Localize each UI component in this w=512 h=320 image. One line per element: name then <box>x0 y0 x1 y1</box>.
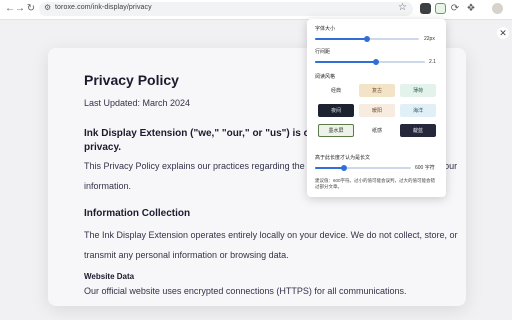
back-icon[interactable]: ← <box>5 3 15 15</box>
address-bar[interactable]: ⚙ toroxe.com/ink-display/privacy ☆ <box>39 2 413 16</box>
line-height-slider-fill <box>315 61 376 63</box>
font-size-slider-thumb[interactable] <box>364 36 370 42</box>
info-collection-paragraph: The Ink Display Extension operates entir… <box>84 230 458 260</box>
close-reader-button[interactable]: ✕ <box>497 27 509 39</box>
page-title: Privacy Policy <box>84 72 179 88</box>
font-size-label: 字体大小 <box>315 26 336 32</box>
min-length-note: 建议值：600字符。过小的值可能会误判，过大的值可能会错过部分文章。 <box>315 178 436 189</box>
forward-icon[interactable]: → <box>15 3 25 15</box>
website-data-paragraph: Our official website uses encrypted conn… <box>84 286 407 296</box>
min-length-slider-thumb[interactable] <box>340 165 347 171</box>
theme-button[interactable]: 靛蓝 <box>400 124 436 137</box>
browser-toolbar: ← → ↻ ⚙ toroxe.com/ink-display/privacy ☆… <box>0 0 512 20</box>
min-length-slider-fill <box>315 167 344 169</box>
min-length-label: 高于此长度才认为是长文 <box>315 155 371 161</box>
font-size-slider[interactable] <box>315 36 419 42</box>
theme-button[interactable]: 纸感 <box>359 124 395 137</box>
theme-button[interactable]: 薄荷 <box>400 84 436 97</box>
bookmark-star-icon[interactable]: ☆ <box>398 2 407 13</box>
theme-button[interactable]: 复古 <box>359 84 395 97</box>
profile-avatar[interactable] <box>492 3 503 14</box>
theme-button[interactable]: 暖阳 <box>359 104 395 117</box>
last-updated: Last Updated: March 2024 <box>84 98 191 108</box>
site-info-icon[interactable]: ⚙ <box>44 3 51 12</box>
reading-style-label: 阅读风格 <box>315 74 336 80</box>
font-size-value: 22px <box>424 36 435 42</box>
min-length-value: 600 字符 <box>415 165 435 171</box>
line-height-slider[interactable] <box>315 59 425 65</box>
website-data-heading: Website Data <box>84 272 135 281</box>
line-height-label: 行间距 <box>315 49 331 55</box>
line-height-value: 2.1 <box>429 59 436 65</box>
reader-settings-popup: 字体大小 22px 行间距 2.1 阅读风格 经典 复古 薄荷夜间 暖阳 海洋墨水屏 纸感… <box>307 19 446 197</box>
theme-button[interactable]: 墨水屏 <box>318 124 354 137</box>
line-height-slider-thumb[interactable] <box>372 59 379 65</box>
theme-button[interactable]: 海洋 <box>400 104 436 117</box>
ink-display-extension-icon[interactable] <box>435 3 446 14</box>
reload-icon[interactable]: ↻ <box>26 3 36 15</box>
min-length-slider[interactable] <box>315 165 411 171</box>
font-size-slider-fill <box>315 38 367 40</box>
extension-icon[interactable]: ⟳ <box>449 3 461 15</box>
theme-button[interactable]: 经典 <box>318 84 354 97</box>
theme-button[interactable]: 夜间 <box>318 104 354 117</box>
info-collection-heading: Information Collection <box>84 208 191 219</box>
url-text[interactable]: toroxe.com/ink-display/privacy <box>55 4 152 11</box>
extension-icon-dark[interactable] <box>420 3 431 14</box>
extensions-puzzle-icon[interactable]: ❖ <box>465 3 477 15</box>
